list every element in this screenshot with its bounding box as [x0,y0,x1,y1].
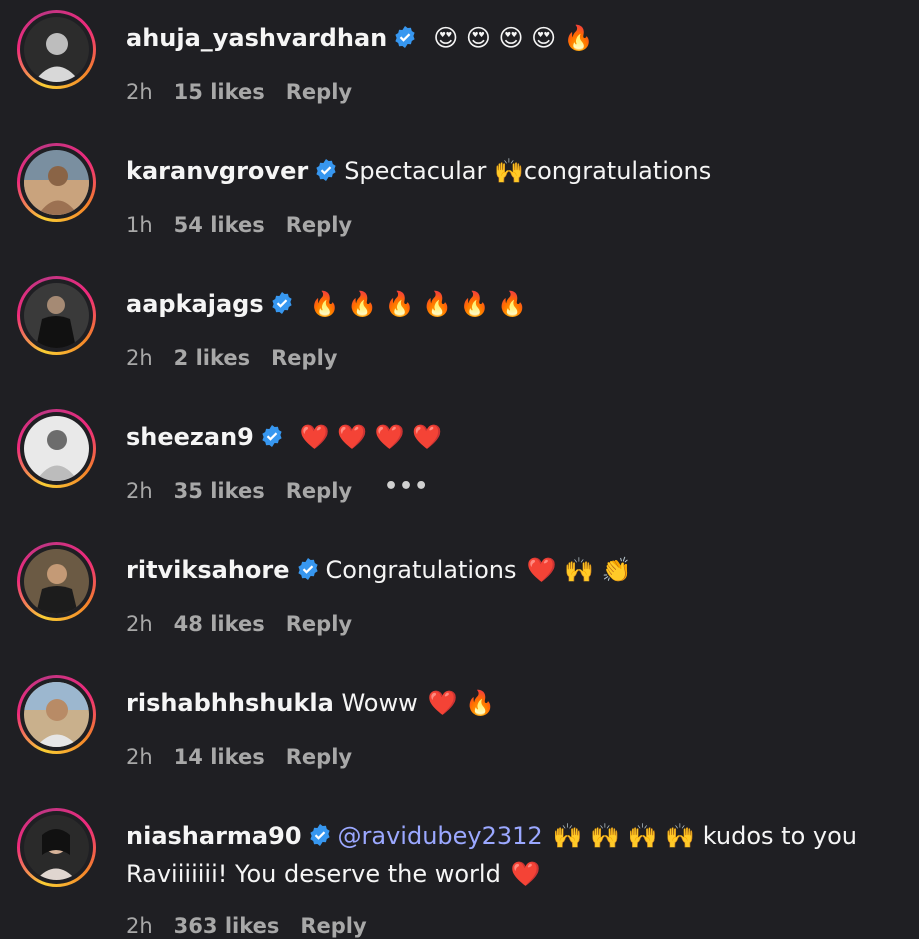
reply-button[interactable]: Reply [286,612,352,636]
comment-meta: 2h 363 likes Reply [126,913,388,939]
username-link[interactable]: karanvgrover [126,157,308,185]
avatar[interactable] [24,682,89,747]
comment-meta: 2h 35 likes Reply [126,478,373,504]
comment-emojis: 🔥 🔥 🔥 🔥 🔥 🔥 [309,290,528,318]
avatar-story-ring[interactable] [17,409,96,488]
comment-emojis: ❤️ 🙌 👏 [526,556,632,584]
username-link[interactable]: niasharma90 [126,822,302,850]
comment-time: 2h [126,479,153,503]
comment-body: ritviksahore Congratulations ❤️ 🙌 👏 [126,555,631,588]
avatar[interactable] [24,416,89,481]
likes-count[interactable]: 15 likes [174,80,265,104]
comment-meta: 2h 2 likes Reply [126,345,358,371]
avatar-story-ring[interactable] [17,675,96,754]
avatar-story-ring[interactable] [17,808,96,887]
comment-text: Congratulations [325,556,517,584]
username-link[interactable]: sheezan9 [126,423,254,451]
comment-body: rishabhhshukla Woww ❤️ 🔥 [126,688,495,718]
username-link[interactable]: aapkajags [126,290,264,318]
comment-time: 2h [126,745,153,769]
verified-badge-icon [393,25,417,56]
verified-badge-icon [314,158,338,189]
reply-button[interactable]: Reply [271,346,337,370]
avatar[interactable] [24,815,89,880]
reply-button[interactable]: Reply [286,80,352,104]
avatar-story-ring[interactable] [17,143,96,222]
comment-meta: 2h 14 likes Reply [126,744,373,770]
comment-text: Woww [341,689,418,717]
verified-badge-icon [296,557,320,588]
comment-text: Spectacular 🙌congratulations [344,157,712,185]
avatar-story-ring[interactable] [17,10,96,89]
more-options-button[interactable]: ••• [384,474,429,499]
username-link[interactable]: ritviksahore [126,556,290,584]
comment-time: 2h [126,80,153,104]
username-link[interactable]: ahuja_yashvardhan [126,24,387,52]
verified-badge-icon [270,291,294,322]
comment-body: sheezan9 ❤️ ❤️ ❤️ ❤️ [126,422,442,455]
avatar[interactable] [24,283,89,348]
comment-time: 2h [126,346,153,370]
comment-body: karanvgrover Spectacular 🙌congratulations [126,156,711,189]
comment-body-line2: Raviiiiiii! You deserve the world ❤️ [126,859,541,889]
reply-button[interactable]: Reply [286,745,352,769]
comment-body: aapkajags 🔥 🔥 🔥 🔥 🔥 🔥 [126,289,527,322]
comment-time: 1h [126,213,153,237]
reply-button[interactable]: Reply [286,479,352,503]
mention-link[interactable]: @ravidubey2312 [338,822,543,850]
avatar-story-ring[interactable] [17,276,96,355]
comment-body: niasharma90 @ravidubey2312 🙌 🙌 🙌 🙌 kudos t… [126,821,857,854]
avatar-story-ring[interactable] [17,542,96,621]
verified-badge-icon [260,424,284,455]
comment-emojis: 🙌 🙌 🙌 🙌 [552,822,696,850]
avatar[interactable] [24,150,89,215]
avatar[interactable] [24,549,89,614]
comment-text: kudos to you [702,822,857,850]
likes-count[interactable]: 2 likes [174,346,250,370]
comment-emojis-line2: ❤️ [510,860,541,888]
comment-body: ahuja_yashvardhan 😍 😍 😍 😍 🔥 [126,23,594,56]
avatar[interactable] [24,17,89,82]
likes-count[interactable]: 14 likes [174,745,265,769]
reply-button[interactable]: Reply [286,213,352,237]
verified-badge-icon [308,823,332,854]
comment-emojis: 😍 😍 😍 😍 🔥 [433,24,594,52]
likes-count[interactable]: 363 likes [174,914,280,938]
comment-time: 2h [126,914,153,938]
comment-meta: 2h 48 likes Reply [126,611,373,637]
comment-time: 2h [126,612,153,636]
likes-count[interactable]: 48 likes [174,612,265,636]
username-link[interactable]: rishabhhshukla [126,689,334,717]
likes-count[interactable]: 35 likes [174,479,265,503]
comment-emojis: ❤️ ❤️ ❤️ ❤️ [299,423,443,451]
comment-emojis: ❤️ 🔥 [427,689,496,717]
comment-meta: 2h 15 likes Reply [126,79,373,105]
comment-text-line2: Raviiiiiii! You deserve the world [126,860,501,888]
reply-button[interactable]: Reply [300,914,366,938]
comment-meta: 1h 54 likes Reply [126,212,373,238]
likes-count[interactable]: 54 likes [174,213,265,237]
